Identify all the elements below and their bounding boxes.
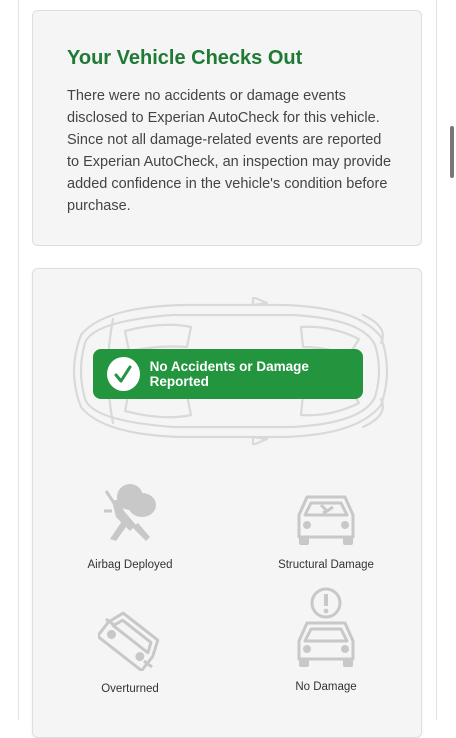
checkmark-icon xyxy=(107,357,140,391)
category-overturned: Overturned xyxy=(45,609,215,695)
accident-detail-card: No Accidents or Damage Reported Airbag D… xyxy=(32,268,422,738)
page-border-left xyxy=(18,0,19,720)
category-no-damage: No Damage xyxy=(241,587,411,693)
structural-damage-icon xyxy=(297,495,355,545)
category-label: Structural Damage xyxy=(278,559,374,571)
scrollbar-thumb[interactable] xyxy=(450,126,454,178)
category-structural-damage: Structural Damage xyxy=(241,491,411,571)
page-border-right xyxy=(436,0,437,720)
no-accidents-status-banner: No Accidents or Damage Reported xyxy=(93,349,363,399)
vehicle-summary-card: Your Vehicle Checks Out There were no ac… xyxy=(32,10,422,246)
summary-title: Your Vehicle Checks Out xyxy=(67,47,303,69)
no-damage-icon xyxy=(297,587,355,667)
category-airbag-deployed: Airbag Deployed xyxy=(45,481,215,571)
airbag-icon xyxy=(104,484,156,541)
category-label: No Damage xyxy=(295,681,357,693)
status-label: No Accidents or Damage Reported xyxy=(149,359,309,389)
overturned-icon xyxy=(98,611,160,671)
summary-description: There were no accidents or damage events… xyxy=(67,88,392,214)
category-label: Overturned xyxy=(101,683,159,695)
category-label: Airbag Deployed xyxy=(87,559,173,571)
